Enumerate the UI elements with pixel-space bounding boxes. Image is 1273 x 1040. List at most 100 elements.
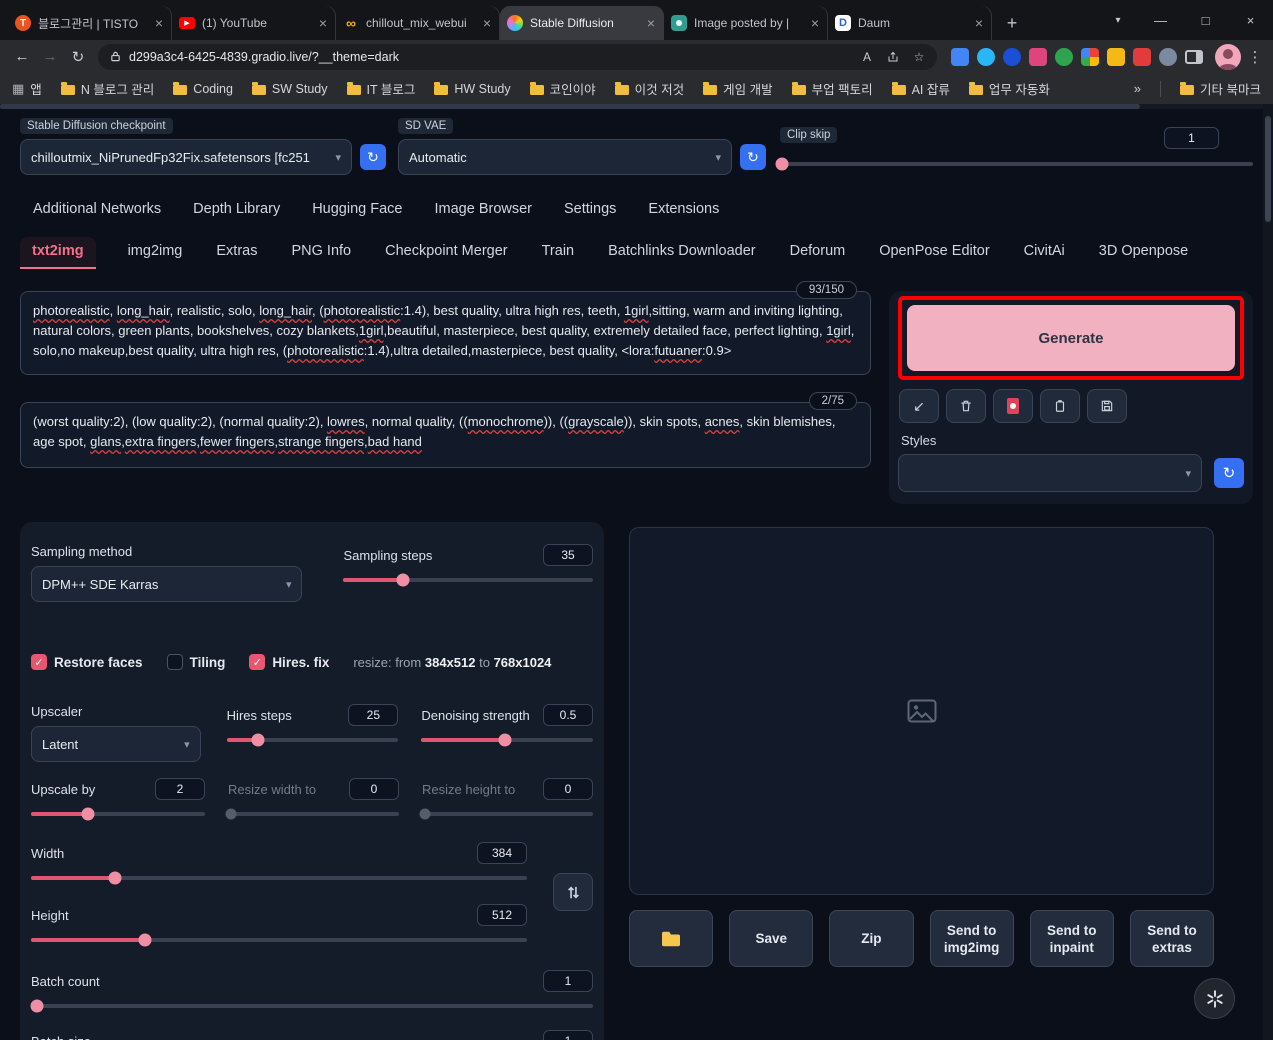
tab-txt2img[interactable]: txt2img: [20, 237, 96, 269]
upscale-by-slider[interactable]: [31, 807, 205, 821]
save-button[interactable]: Save: [729, 910, 814, 967]
resize-height-slider[interactable]: [419, 808, 593, 820]
nav-additional-networks[interactable]: Additional Networks: [33, 201, 161, 217]
bookmark-folder[interactable]: 부업 팩토리: [791, 79, 873, 98]
open-folder-button[interactable]: [629, 910, 714, 967]
styles-dropdown[interactable]: ▾: [898, 454, 1202, 492]
bookmark-folder[interactable]: 업무 자동화: [968, 79, 1050, 98]
checkbox[interactable]: [166, 654, 183, 670]
extension-icon[interactable]: [1107, 47, 1125, 66]
zip-button[interactable]: Zip: [829, 910, 914, 967]
new-tab-button[interactable]: +: [998, 9, 1026, 37]
address-bar[interactable]: d299a3c4-6425-4839.gradio.live/?__theme=…: [98, 43, 937, 70]
chatgpt-logo[interactable]: [1194, 978, 1235, 1019]
tab-img2img[interactable]: img2img: [126, 237, 185, 269]
clip-skip-input[interactable]: 1: [1164, 127, 1219, 149]
nav-settings[interactable]: Settings: [564, 201, 616, 217]
bookmark-folder[interactable]: 이것 저것: [614, 79, 684, 98]
browser-menu-button[interactable]: ⋮: [1245, 48, 1265, 66]
bookmark-folder[interactable]: AI 잡류: [891, 79, 950, 98]
slider-handle[interactable]: [251, 733, 265, 747]
sampling-steps-slider[interactable]: [343, 573, 593, 587]
extension-icon[interactable]: [951, 47, 969, 66]
restore-faces-checkbox[interactable]: ✓ Restore faces: [31, 654, 143, 670]
tab-batchlinks-downloader[interactable]: Batchlinks Downloader: [606, 237, 758, 269]
star-icon[interactable]: ☆: [907, 45, 931, 69]
denoising-strength-slider[interactable]: [421, 733, 594, 747]
slider-handle[interactable]: [108, 871, 122, 885]
batch-count-input[interactable]: 1: [543, 970, 593, 992]
checkbox[interactable]: ✓: [31, 654, 47, 670]
scrollbar-thumb[interactable]: [1265, 116, 1271, 222]
extension-icon[interactable]: [1133, 47, 1151, 66]
back-button[interactable]: ←: [8, 43, 36, 71]
browser-tab-stable-diffusion[interactable]: Stable Diffusion ×: [500, 6, 664, 40]
nav-depth-library[interactable]: Depth Library: [193, 201, 280, 217]
slider-handle[interactable]: [775, 157, 789, 171]
send-to-extras-button[interactable]: Send to extras: [1129, 910, 1215, 967]
slider-handle[interactable]: [419, 808, 431, 820]
styles-refresh-button[interactable]: ↻: [1214, 458, 1244, 488]
paste-params-button[interactable]: ↙: [899, 389, 939, 423]
bookmark-apps[interactable]: ▦ 앱: [12, 79, 42, 98]
maximize-button[interactable]: □: [1183, 0, 1228, 40]
batch-size-input[interactable]: 1: [543, 1030, 593, 1040]
bookmark-folder[interactable]: 게임 개발: [703, 79, 773, 98]
close-icon[interactable]: ×: [153, 16, 165, 30]
close-window-button[interactable]: ×: [1228, 0, 1273, 40]
tab-civitai[interactable]: CivitAi: [1022, 237, 1067, 269]
tiling-checkbox[interactable]: Tiling: [166, 654, 225, 670]
vae-dropdown[interactable]: Automatic ▾: [398, 139, 732, 175]
tab-deforum[interactable]: Deforum: [788, 237, 848, 269]
lock-icon[interactable]: [110, 50, 121, 63]
prompt-textarea[interactable]: photorealistic, long_hair, realistic, so…: [20, 291, 871, 375]
slider-handle[interactable]: [138, 933, 152, 947]
checkpoint-refresh-button[interactable]: ↻: [360, 144, 386, 170]
bookmark-folder[interactable]: IT 블로그: [346, 79, 415, 98]
resize-width-slider[interactable]: [225, 808, 399, 820]
negative-prompt-textarea[interactable]: (worst quality:2), (low quality:2), (nor…: [20, 402, 871, 468]
send-to-inpaint-button[interactable]: Send to inpaint: [1029, 910, 1114, 967]
horizontal-scrollbar[interactable]: [0, 104, 1263, 109]
browser-tab-colab[interactable]: ∞ chillout_mix_webui ×: [336, 6, 500, 40]
tab-checkpoint-merger[interactable]: Checkpoint Merger: [383, 237, 510, 269]
generate-button[interactable]: Generate: [907, 305, 1235, 371]
nav-extensions[interactable]: Extensions: [648, 201, 719, 217]
slider-handle[interactable]: [81, 807, 95, 821]
vae-refresh-button[interactable]: ↻: [740, 144, 766, 170]
save-style-button[interactable]: [1087, 389, 1127, 423]
scrollbar-thumb[interactable]: [0, 104, 1140, 109]
clear-prompt-button[interactable]: [946, 389, 986, 423]
slider-handle[interactable]: [396, 573, 410, 587]
translate-icon[interactable]: A: [855, 45, 879, 69]
tab-png-info[interactable]: PNG Info: [289, 237, 353, 269]
sampling-steps-input[interactable]: 35: [543, 544, 593, 566]
checkpoint-dropdown[interactable]: chilloutmix_NiPrunedFp32Fix.safetensors …: [20, 139, 352, 175]
tab-train[interactable]: Train: [540, 237, 577, 269]
browser-tab-youtube[interactable]: ▶ (1) YouTube ×: [172, 6, 336, 40]
dimension-swap-button[interactable]: [553, 873, 593, 911]
profile-avatar[interactable]: [1215, 43, 1241, 70]
bookmark-folder[interactable]: 코인이야: [529, 79, 596, 98]
apply-styles-button[interactable]: [1040, 389, 1080, 423]
slider-handle[interactable]: [30, 999, 44, 1013]
extra-networks-button[interactable]: [993, 389, 1033, 423]
denoising-strength-input[interactable]: 0.5: [543, 704, 594, 726]
nav-image-browser[interactable]: Image Browser: [434, 201, 532, 217]
slider-handle[interactable]: [225, 808, 237, 820]
slider-handle[interactable]: [498, 733, 512, 747]
width-slider[interactable]: [31, 871, 527, 885]
vertical-scrollbar[interactable]: [1263, 104, 1273, 1040]
bookmark-folder[interactable]: SW Study: [251, 81, 328, 96]
browser-tab-tistory[interactable]: T 블로그관리 | TISTO ×: [8, 6, 172, 40]
batch-count-slider[interactable]: [30, 999, 593, 1013]
bookmark-folder[interactable]: HW Study: [434, 81, 511, 96]
height-slider[interactable]: [31, 933, 527, 947]
tab-3d-openpose[interactable]: 3D Openpose: [1097, 237, 1190, 269]
tab-openpose-editor[interactable]: OpenPose Editor: [877, 237, 991, 269]
resize-width-input[interactable]: 0: [348, 778, 399, 800]
extension-icon[interactable]: [1029, 47, 1047, 66]
side-panel-icon[interactable]: [1185, 49, 1203, 64]
bookmarks-overflow-button[interactable]: »: [1134, 81, 1141, 96]
close-icon[interactable]: ×: [973, 16, 985, 30]
